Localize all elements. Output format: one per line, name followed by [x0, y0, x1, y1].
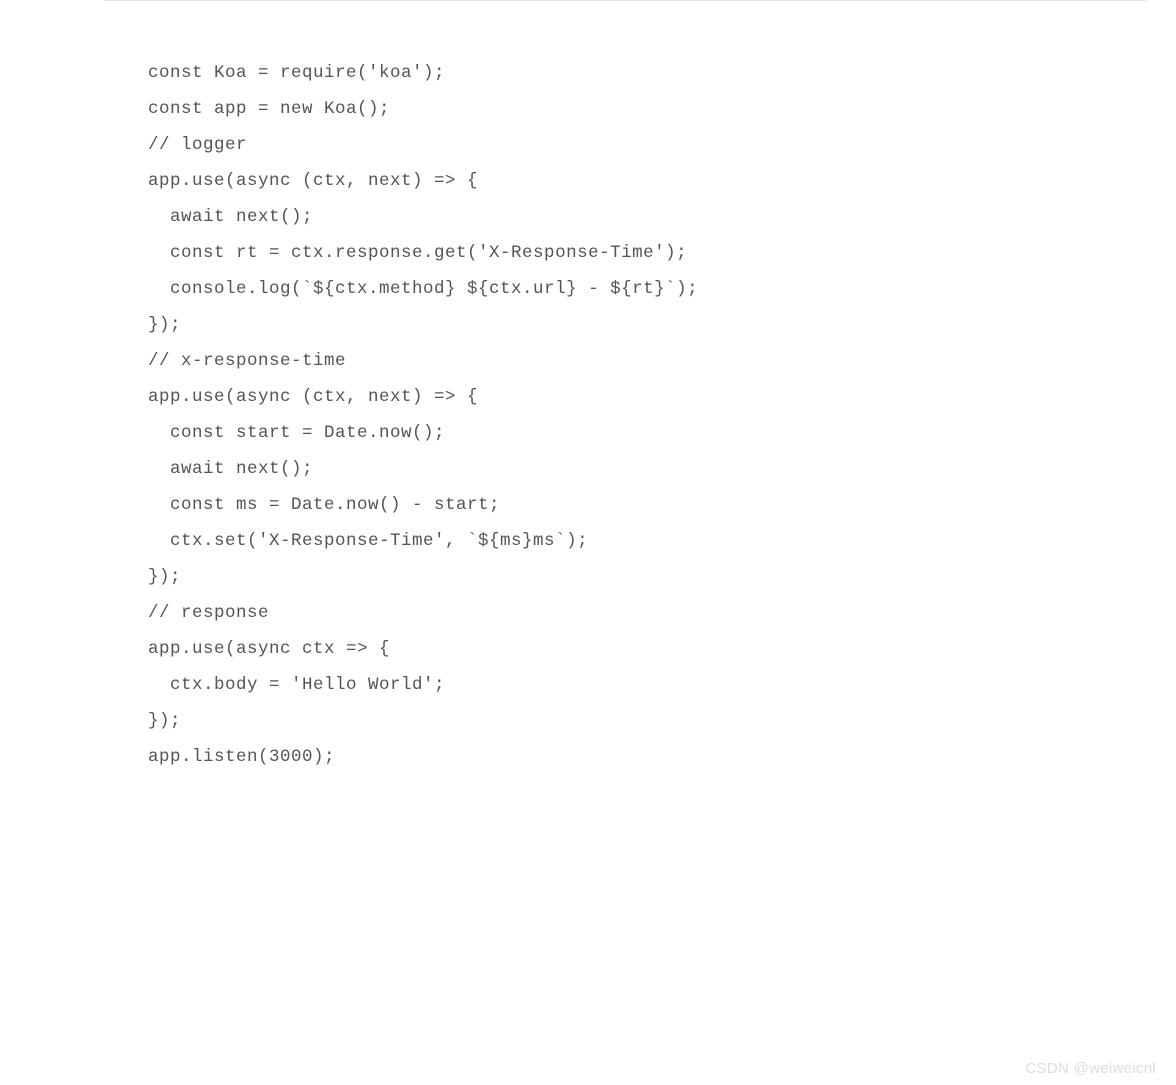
- code-line: console.log(`${ctx.method} ${ctx.url} - …: [148, 271, 1146, 307]
- watermark-text: CSDN @weiweicnl: [1025, 1060, 1156, 1077]
- code-block: const Koa = require('koa'); const app = …: [0, 0, 1176, 805]
- code-line: app.listen(3000);: [148, 739, 1146, 775]
- code-line: // response: [148, 595, 1146, 631]
- code-line: const ms = Date.now() - start;: [148, 487, 1146, 523]
- code-line: // x-response-time: [148, 343, 1146, 379]
- code-line: await next();: [148, 199, 1146, 235]
- code-line: const rt = ctx.response.get('X-Response-…: [148, 235, 1146, 271]
- code-line: });: [148, 703, 1146, 739]
- code-line: await next();: [148, 451, 1146, 487]
- code-line: const app = new Koa();: [148, 91, 1146, 127]
- code-line: });: [148, 559, 1146, 595]
- code-line: app.use(async (ctx, next) => {: [148, 163, 1146, 199]
- code-line: // logger: [148, 127, 1146, 163]
- code-line: ctx.body = 'Hello World';: [148, 667, 1146, 703]
- code-line: const Koa = require('koa');: [148, 55, 1146, 91]
- code-line: ctx.set('X-Response-Time', `${ms}ms`);: [148, 523, 1146, 559]
- code-line: const start = Date.now();: [148, 415, 1146, 451]
- code-line: });: [148, 307, 1146, 343]
- code-line: app.use(async ctx => {: [148, 631, 1146, 667]
- top-divider: [105, 0, 1146, 1]
- code-line: app.use(async (ctx, next) => {: [148, 379, 1146, 415]
